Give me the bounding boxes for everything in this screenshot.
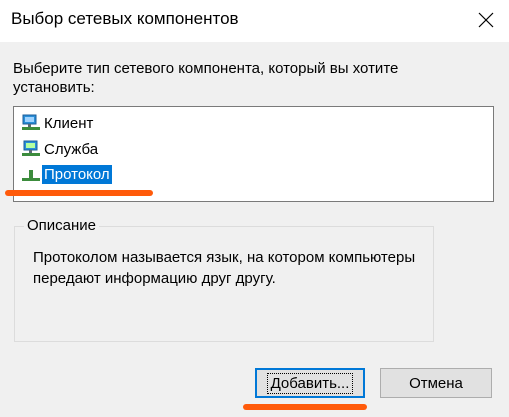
list-item-label: Клиент <box>44 114 94 132</box>
network-client-icon <box>22 114 40 130</box>
list-item-label: Протокол <box>42 164 112 184</box>
add-button[interactable]: Добавить... <box>255 368 365 398</box>
close-button[interactable] <box>463 0 509 40</box>
annotation-underline-add <box>243 404 367 410</box>
list-item-label: Служба <box>44 140 99 158</box>
list-item-service[interactable]: Служба <box>21 138 100 160</box>
cancel-button[interactable]: Отмена <box>380 368 492 398</box>
close-icon <box>478 12 494 28</box>
list-item-client[interactable]: Клиент <box>21 112 95 134</box>
annotation-underline-protocol <box>5 190 153 196</box>
component-type-list[interactable]: Клиент Служба Протокол <box>13 106 494 202</box>
instruction-text: Выберите тип сетевого компонента, которы… <box>13 60 399 96</box>
title-bar: Выбор сетевых компонентов <box>0 0 509 42</box>
window-title: Выбор сетевых компонентов <box>11 9 239 28</box>
add-button-label: Добавить... <box>266 372 354 394</box>
list-item-protocol[interactable]: Протокол <box>21 163 112 185</box>
description-legend: Описание <box>24 217 100 234</box>
cancel-button-label: Отмена <box>409 374 463 392</box>
network-protocol-icon <box>22 170 40 181</box>
network-service-icon <box>22 140 40 156</box>
description-text: Протоколом называется язык, на котором к… <box>33 249 416 287</box>
